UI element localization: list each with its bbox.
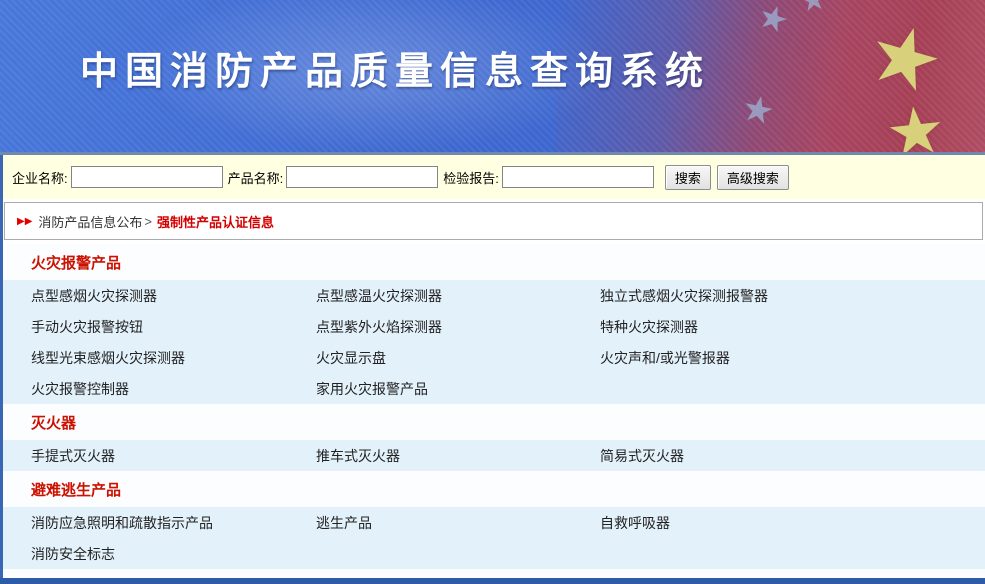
link-cell: 点型感温火灾探测器 (316, 286, 600, 306)
link-row: 手动火灾报警按钮 点型紫外火焰探测器 特种火灾探测器 (3, 311, 985, 342)
product-link[interactable]: 推车式灭火器 (316, 448, 400, 464)
advanced-search-button[interactable]: 高级搜索 (717, 165, 789, 190)
product-link[interactable]: 家用火灾报警产品 (316, 381, 428, 397)
product-link[interactable]: 逃生产品 (316, 515, 372, 531)
link-cell: 逃生产品 (316, 513, 600, 533)
product-link[interactable]: 自救呼吸器 (600, 515, 670, 531)
link-cell: 点型紫外火焰探测器 (316, 317, 600, 337)
link-cell: 手动火灾报警按钮 (3, 317, 316, 337)
link-row: 消防安全标志 (3, 538, 985, 569)
link-cell: 特种火灾探测器 (600, 317, 985, 337)
content: 企业名称: 产品名称: 检验报告: 搜索 高级搜索 ▶▶ 消防产品信息公布 > … (0, 155, 985, 578)
company-name-label: 企业名称: (12, 168, 68, 187)
sections: 火灾报警产品点型感烟火灾探测器 点型感温火灾探测器 独立式感烟火灾探测报警器手动火灾… (3, 244, 985, 578)
link-row: 点型感烟火灾探测器 点型感温火灾探测器 独立式感烟火灾探测报警器 (3, 280, 985, 311)
product-name-label: 产品名称: (228, 168, 284, 187)
link-row: 手提式灭火器 推车式灭火器 简易式灭火器 (3, 440, 985, 471)
breadcrumb-parent-link[interactable]: 消防产品信息公布 (38, 212, 142, 231)
link-cell: 家用火灾报警产品 (316, 379, 600, 399)
link-cell: 消防安全标志 (3, 544, 316, 564)
link-cell: 简易式灭火器 (600, 446, 985, 466)
search-button[interactable]: 搜索 (665, 165, 711, 190)
link-block: 点型感烟火灾探测器 点型感温火灾探测器 独立式感烟火灾探测报警器手动火灾报警按钮 点型… (3, 280, 985, 404)
bottom-spacer (3, 569, 985, 578)
link-row: 火灾报警控制器 家用火灾报警产品 (3, 373, 985, 404)
link-cell: 独立式感烟火灾探测报警器 (600, 286, 985, 306)
product-link[interactable]: 消防应急照明和疏散指示产品 (31, 515, 213, 531)
product-link[interactable]: 特种火灾探测器 (600, 319, 698, 335)
company-name-input[interactable] (71, 166, 223, 188)
product-name-group: 产品名称: (228, 166, 439, 188)
link-cell: 推车式灭火器 (316, 446, 600, 466)
breadcrumb: ▶▶ 消防产品信息公布 > 强制性产品认证信息 (4, 202, 983, 240)
link-row: 消防应急照明和疏散指示产品 逃生产品 自救呼吸器 (3, 507, 985, 538)
link-cell: 火灾显示盘 (316, 348, 600, 368)
link-cell: 自救呼吸器 (600, 513, 985, 533)
link-row: 线型光束感烟火灾探测器 火灾显示盘 火灾声和/或光警报器 (3, 342, 985, 373)
inspection-report-input[interactable] (502, 166, 654, 188)
page-title: 中国消防产品质量信息查询系统 (0, 40, 790, 95)
inspection-report-label: 检验报告: (443, 168, 499, 187)
banner: ★ ★ ★ ★ ★ 中国消防产品质量信息查询系统 (0, 0, 985, 155)
search-bar: 企业名称: 产品名称: 检验报告: 搜索 高级搜索 (3, 155, 985, 199)
breadcrumb-separator: > (144, 214, 152, 229)
double-arrow-icon: ▶▶ (17, 216, 32, 227)
product-link[interactable]: 火灾报警控制器 (31, 381, 129, 397)
product-link[interactable]: 消防安全标志 (31, 546, 115, 562)
company-name-group: 企业名称: (12, 166, 223, 188)
page: ★ ★ ★ ★ ★ 中国消防产品质量信息查询系统 企业名称: 产品名称: 检验报… (0, 0, 985, 584)
product-link[interactable]: 独立式感烟火灾探测报警器 (600, 288, 768, 304)
link-cell: 消防应急照明和疏散指示产品 (3, 513, 316, 533)
section-title: 避难逃生产品 (3, 471, 985, 507)
link-cell: 手提式灭火器 (3, 446, 316, 466)
product-link[interactable]: 手提式灭火器 (31, 448, 115, 464)
product-link[interactable]: 简易式灭火器 (600, 448, 684, 464)
product-name-input[interactable] (286, 166, 438, 188)
bottom-border-bar (0, 578, 985, 584)
product-link[interactable]: 手动火灾报警按钮 (31, 319, 143, 335)
link-cell: 线型光束感烟火灾探测器 (3, 348, 316, 368)
product-link[interactable]: 火灾声和/或光警报器 (600, 350, 730, 366)
product-link[interactable]: 点型感烟火灾探测器 (31, 288, 157, 304)
link-block: 消防应急照明和疏散指示产品 逃生产品 自救呼吸器消防安全标志 (3, 507, 985, 569)
product-link[interactable]: 线型光束感烟火灾探测器 (31, 350, 185, 366)
product-link[interactable]: 火灾显示盘 (316, 350, 386, 366)
inspection-report-group: 检验报告: (443, 166, 654, 188)
breadcrumb-current: 强制性产品认证信息 (157, 212, 274, 231)
product-link[interactable]: 点型紫外火焰探测器 (316, 319, 442, 335)
link-cell: 火灾声和/或光警报器 (600, 348, 985, 368)
section-title: 灭火器 (3, 404, 985, 440)
breadcrumb-wrap: ▶▶ 消防产品信息公布 > 强制性产品认证信息 (3, 199, 985, 244)
section-title: 火灾报警产品 (3, 244, 985, 280)
link-block: 手提式灭火器 推车式灭火器 简易式灭火器 (3, 440, 985, 471)
link-cell: 火灾报警控制器 (3, 379, 316, 399)
link-cell: 点型感烟火灾探测器 (3, 286, 316, 306)
product-link[interactable]: 点型感温火灾探测器 (316, 288, 442, 304)
